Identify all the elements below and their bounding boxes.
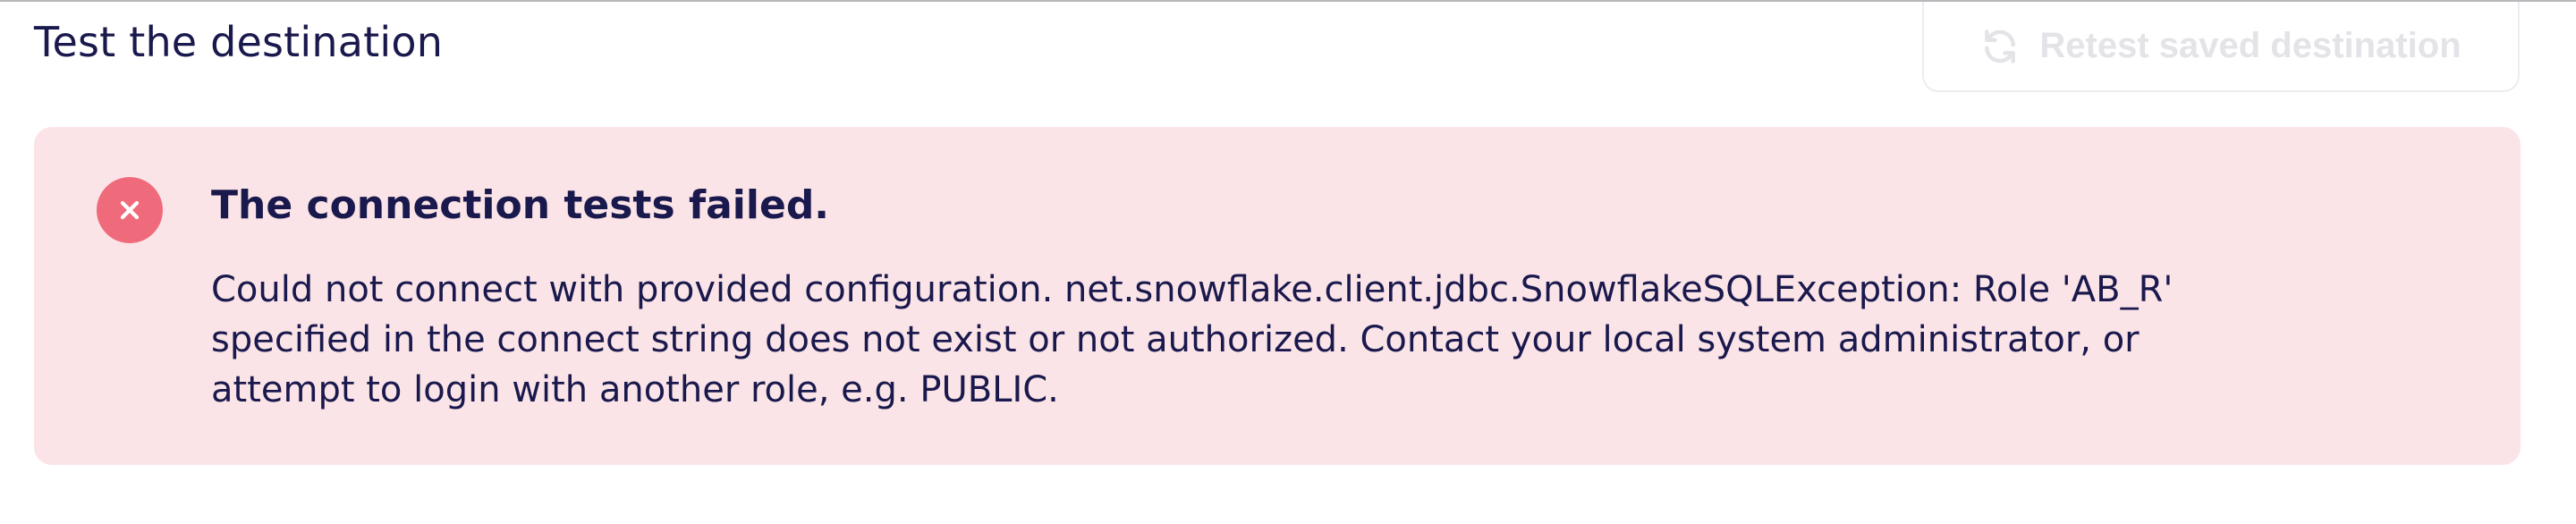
alert-message-line: specified in the connect string does not… (211, 319, 2140, 360)
alert-message-line: attempt to login with another role, e.g.… (211, 369, 1059, 410)
close-circle-icon (97, 177, 163, 243)
alert-title: The connection tests failed. (211, 182, 830, 228)
section-header: Test the destination Retest saved destin… (34, 2, 2521, 92)
retest-saved-destination-button[interactable]: Retest saved destination (1922, 2, 2520, 92)
retest-button-label: Retest saved destination (2039, 26, 2462, 65)
section-title: Test the destination (34, 18, 444, 66)
refresh-icon (1980, 27, 2020, 66)
connection-error-alert: The connection tests failed. Could not c… (34, 127, 2521, 465)
alert-message-line: Could not connect with provided configur… (211, 269, 2174, 310)
alert-message: Could not connect with provided configur… (211, 265, 2447, 415)
destination-test-panel: Test the destination Retest saved destin… (0, 0, 2576, 524)
